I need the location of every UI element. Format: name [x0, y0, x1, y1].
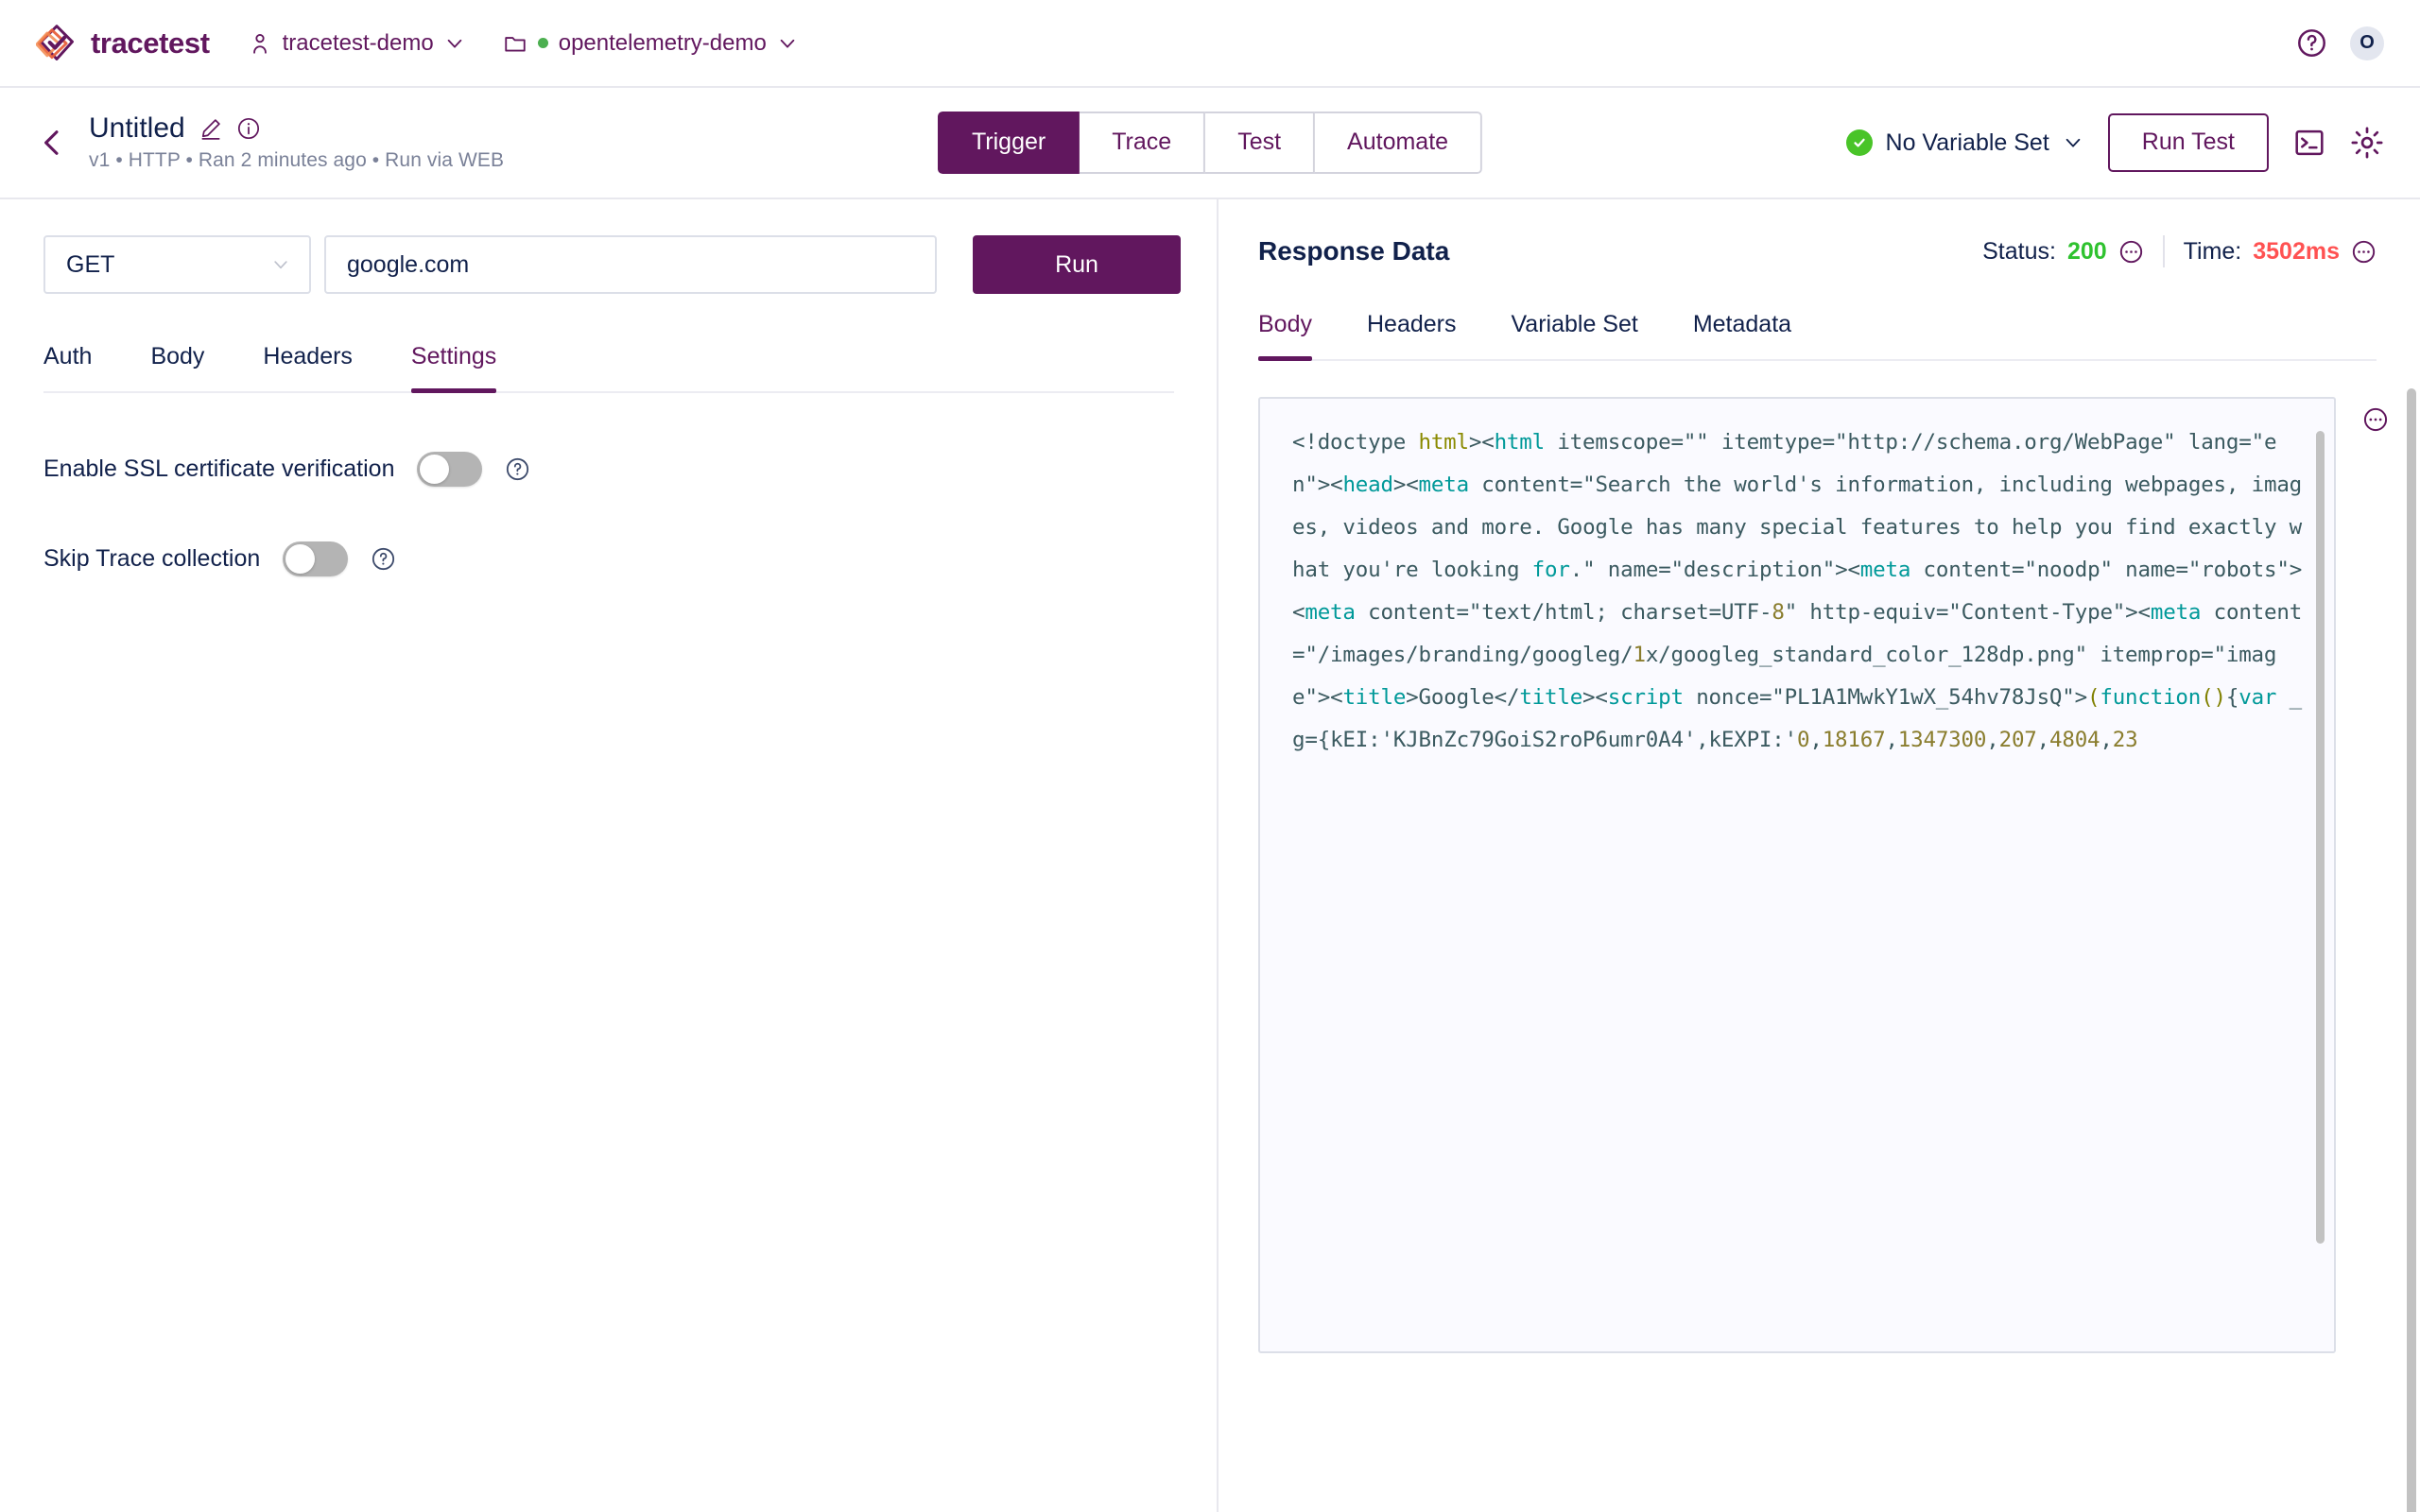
response-title: Response Data [1258, 236, 1450, 266]
tab-test[interactable]: Test [1205, 112, 1316, 174]
question-circle-icon[interactable] [505, 456, 530, 482]
chevron-down-icon [274, 261, 287, 269]
project-status-dot [537, 38, 548, 48]
gear-icon[interactable] [2350, 126, 2384, 160]
time-label: Time: [2183, 237, 2242, 265]
top-navigation-bar: tracetest tracetest-demo opentelemetry-d… [0, 0, 2420, 88]
request-tab-auth[interactable]: Auth [43, 343, 92, 391]
status-ellipsis-circle-icon[interactable] [2118, 239, 2144, 265]
request-url-input[interactable] [324, 235, 937, 294]
check-icon [1845, 129, 1873, 156]
time-value: 3502ms [2253, 237, 2340, 265]
tab-automate[interactable]: Automate [1315, 112, 1483, 174]
back-button[interactable] [36, 127, 68, 159]
variable-set-selector[interactable]: No Variable Set [1845, 129, 2083, 157]
ssl-verification-toggle[interactable] [417, 452, 483, 487]
setting-label-ssl: Enable SSL certificate verification [43, 455, 395, 482]
organization-name: tracetest-demo [282, 29, 434, 56]
test-section-tabs: Trigger Trace Test Automate [937, 112, 1483, 174]
http-method-value: GET [66, 250, 115, 278]
time-metric: Time: 3502ms [2184, 238, 2377, 266]
response-body-viewer[interactable]: <!doctype html><html itemscope="" itemty… [1258, 397, 2336, 1353]
run-test-button[interactable]: Run Test [2107, 113, 2269, 172]
question-circle-icon[interactable] [371, 546, 396, 572]
request-settings-list: Enable SSL certificate verification Skip… [43, 452, 1217, 576]
page-scrollbar[interactable] [2407, 388, 2416, 1512]
response-metrics: Status: 200 Time: 3502ms [1982, 235, 2377, 267]
code-scrollbar[interactable] [2316, 431, 2325, 1244]
user-icon [252, 33, 267, 54]
brand-logo-link[interactable]: tracetest [36, 23, 210, 64]
request-tab-settings[interactable]: Settings [410, 343, 497, 393]
status-value: 200 [2066, 237, 2107, 265]
top-bar-actions: O [2296, 26, 2384, 60]
response-tab-variable-set[interactable]: Variable Set [1511, 311, 1637, 359]
response-body-code: <!doctype html><html itemscope="" itemty… [1292, 430, 2303, 752]
test-title-block: Untitled v1 • HTTP • Ran 2 minutes ago •… [89, 112, 505, 172]
metrics-divider [2162, 235, 2165, 267]
status-metric: Status: 200 [1982, 238, 2144, 266]
response-tab-body[interactable]: Body [1258, 311, 1312, 361]
tracetest-logo-icon [36, 24, 74, 60]
test-header-actions: No Variable Set Run Test [1845, 113, 2384, 172]
response-pane: Response Data Status: 200 Time: 3502ms B… [1217, 199, 2420, 1512]
response-body-options-icon[interactable] [2362, 406, 2389, 433]
page-title: Untitled [89, 112, 185, 144]
folder-icon [505, 36, 526, 52]
info-circle-icon[interactable] [236, 116, 261, 141]
run-button[interactable]: Run [973, 235, 1181, 294]
toggle-knob [285, 544, 316, 574]
request-pane: GET Run Auth Body Headers Settings Enabl… [0, 199, 1217, 1512]
response-tabs: Body Headers Variable Set Metadata [1258, 311, 2377, 361]
response-tab-metadata[interactable]: Metadata [1693, 311, 1791, 359]
request-tabs: Auth Body Headers Settings [43, 343, 1174, 393]
test-header-bar: Untitled v1 • HTTP • Ran 2 minutes ago •… [0, 88, 2420, 199]
response-tab-headers[interactable]: Headers [1367, 311, 1457, 359]
request-url-row: GET Run [0, 199, 1217, 294]
chevron-down-icon [780, 39, 795, 48]
help-circle-icon[interactable] [2296, 27, 2327, 59]
test-meta-subtitle: v1 • HTTP • Ran 2 minutes ago • Run via … [89, 148, 505, 171]
user-avatar[interactable]: O [2350, 26, 2384, 60]
project-selector[interactable]: opentelemetry-demo [503, 30, 798, 57]
tab-trace[interactable]: Trace [1080, 112, 1206, 174]
chevron-down-icon [2066, 138, 2081, 147]
setting-row-ssl: Enable SSL certificate verification [43, 452, 1217, 487]
request-tab-headers[interactable]: Headers [263, 343, 353, 391]
pencil-icon[interactable] [199, 116, 223, 141]
setting-row-skip-trace: Skip Trace collection [43, 541, 1217, 576]
chevron-down-icon [447, 39, 462, 48]
status-label: Status: [1982, 237, 2056, 265]
time-ellipsis-circle-icon[interactable] [2351, 239, 2377, 265]
main-content: GET Run Auth Body Headers Settings Enabl… [0, 199, 2420, 1512]
response-body-wrap: <!doctype html><html itemscope="" itemty… [1258, 397, 2420, 1353]
request-tab-body[interactable]: Body [150, 343, 204, 391]
project-name: opentelemetry-demo [558, 29, 767, 56]
organization-selector[interactable]: tracetest-demo [248, 30, 465, 57]
response-header: Response Data Status: 200 Time: 3502ms [1219, 199, 2420, 267]
terminal-icon[interactable] [2293, 127, 2325, 159]
variable-set-label: No Variable Set [1885, 129, 2049, 156]
tab-trigger[interactable]: Trigger [937, 112, 1080, 174]
brand-name: tracetest [91, 26, 210, 60]
skip-trace-toggle[interactable] [283, 541, 349, 576]
toggle-knob [420, 455, 450, 484]
http-method-select[interactable]: GET [43, 235, 311, 294]
setting-label-skip-trace: Skip Trace collection [43, 545, 261, 572]
